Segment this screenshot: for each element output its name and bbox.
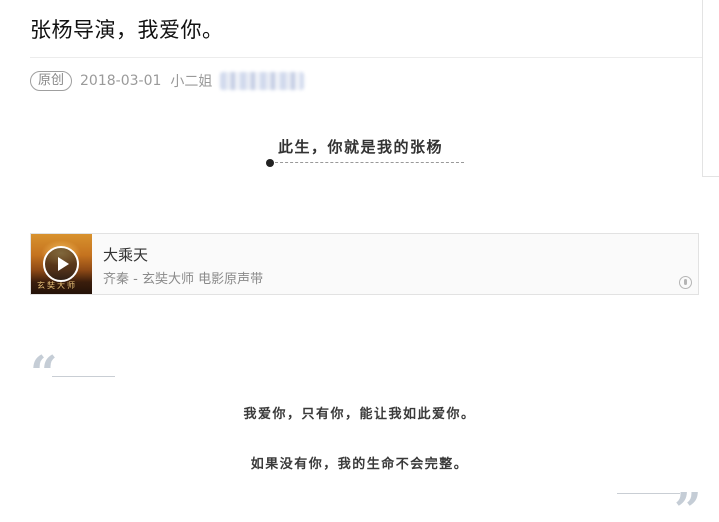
- title-divider: [30, 57, 702, 58]
- section-heading: 此生，你就是我的张杨: [278, 138, 444, 156]
- publish-date: 2018-03-01: [80, 73, 162, 89]
- article-meta: 原创 2018-03-01 小二姐: [30, 70, 305, 92]
- song-title: 大乘天: [103, 246, 149, 264]
- content-right-border: [702, 0, 703, 177]
- open-quote-icon: “: [30, 346, 58, 402]
- play-button[interactable]: [43, 246, 79, 282]
- section-heading-dot: [266, 159, 274, 167]
- album-cover: 玄奘大师: [31, 234, 92, 294]
- close-quote-rule: [617, 493, 680, 494]
- music-service-logo-icon: [679, 276, 692, 289]
- song-artist-album: 齐秦 - 玄奘大师 电影原声带: [103, 272, 264, 287]
- author-name[interactable]: 小二姐: [170, 71, 212, 91]
- music-card[interactable]: 玄奘大师 大乘天 齐秦 - 玄奘大师 电影原声带: [30, 233, 699, 295]
- original-badge: 原创: [30, 71, 73, 91]
- quote-line: 如果没有你，我的生命不会完整。: [250, 457, 469, 472]
- open-quote-rule: [52, 376, 115, 377]
- close-quote-icon: ”: [674, 483, 702, 522]
- account-name-blurred[interactable]: [220, 72, 305, 90]
- article-title: 张杨导演，我爱你。: [30, 18, 224, 42]
- quote-line: 我爱你，只有你，能让我如此爱你。: [243, 407, 476, 422]
- play-icon: [58, 257, 69, 271]
- section-heading-underline: [270, 162, 464, 163]
- content-right-border-foot: [702, 176, 719, 177]
